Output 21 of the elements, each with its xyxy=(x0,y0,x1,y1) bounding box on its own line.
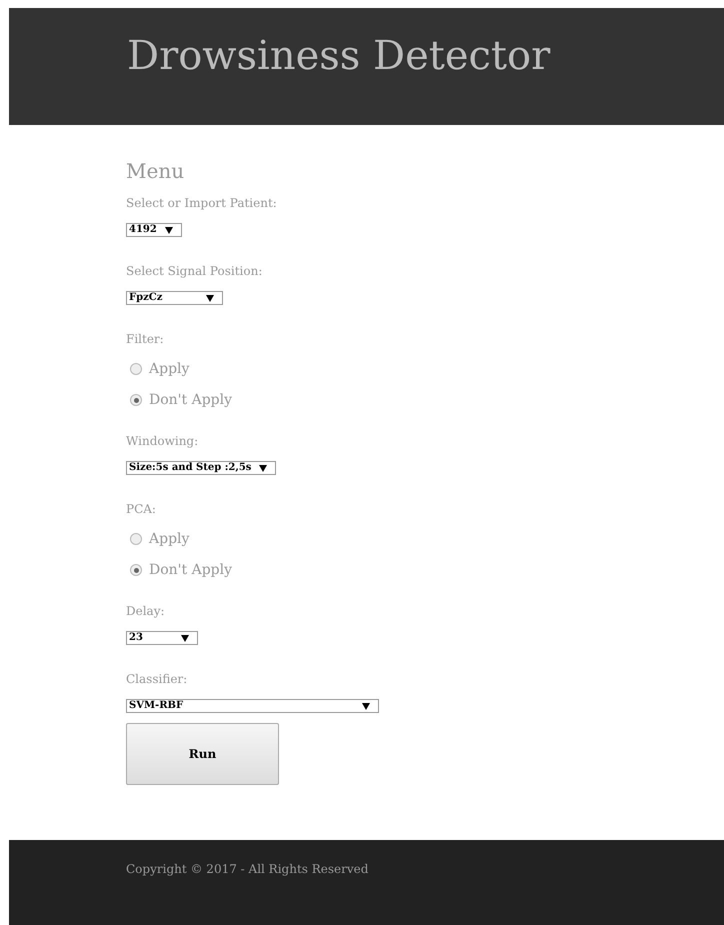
field-label: PCA: xyxy=(126,503,157,515)
dropdown[interactable]: 23 xyxy=(126,631,198,645)
caret-icon xyxy=(362,702,370,710)
caret-icon xyxy=(165,226,173,234)
page-title: Drowsiness Detector xyxy=(127,36,552,76)
caret-icon xyxy=(181,634,189,642)
field-label: Classifier: xyxy=(126,673,188,685)
field-label: Select Signal Position: xyxy=(126,265,264,277)
caret-icon xyxy=(259,464,268,472)
dropdown[interactable]: 4192 xyxy=(126,223,182,237)
field-label: Windowing: xyxy=(126,435,200,447)
dropdown[interactable]: FpzCz xyxy=(126,291,223,305)
copyright-text: Copyright © 2017 - All Rights Reserved xyxy=(126,861,370,878)
field-label: Select or Import Patient: xyxy=(126,197,278,209)
menu-heading: Menu xyxy=(126,161,186,181)
run-button[interactable]: Run xyxy=(126,723,279,785)
dropdown[interactable]: SVM-RBF xyxy=(126,699,379,713)
caret-icon xyxy=(206,294,214,302)
field-label: Delay: xyxy=(126,605,166,617)
field-label: Filter: xyxy=(126,333,165,345)
dropdown[interactable]: Size:5s and Step :2,5s xyxy=(126,461,276,475)
